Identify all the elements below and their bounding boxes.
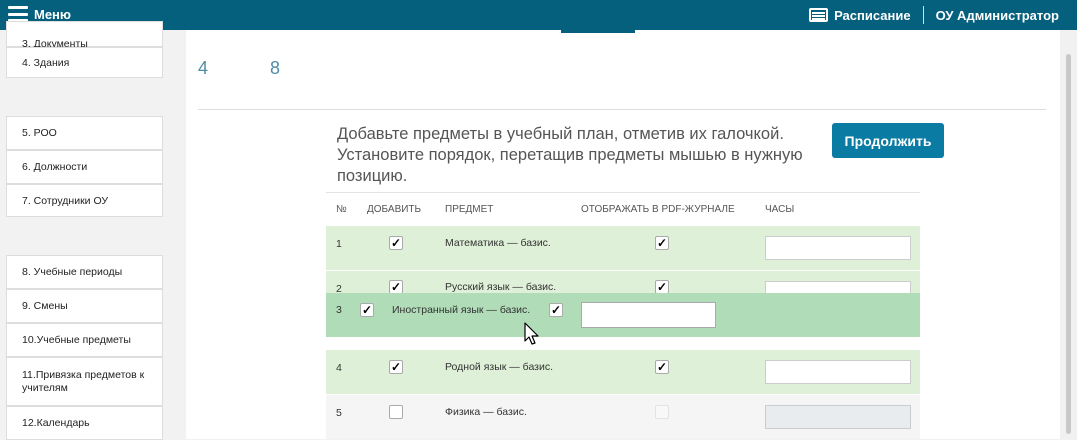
row-number: 4: [336, 362, 342, 374]
step-number[interactable]: 8: [270, 58, 280, 79]
col-subject: ПРЕДМЕТ: [445, 204, 494, 215]
add-checkbox[interactable]: [389, 405, 403, 419]
hours-input[interactable]: [765, 360, 911, 384]
sidebar-item-label: 11.Привязка предметов к учителям: [22, 368, 145, 394]
sidebar-item-label: 4. Здания: [22, 56, 70, 69]
col-hours: ЧАСЫ: [765, 204, 795, 215]
divider: [198, 109, 1046, 110]
hours-input: [765, 405, 911, 429]
table-row[interactable]: 5 Физика — базис.: [326, 395, 920, 439]
sidebar-item-calendar[interactable]: 12.Календарь: [6, 406, 163, 440]
col-num: №: [336, 204, 347, 215]
table-header: № ДОБАВИТЬ ПРЕДМЕТ ОТОБРАЖАТЬ В PDF-ЖУРН…: [326, 192, 920, 226]
col-pdf: ОТОБРАЖАТЬ В PDF-ЖУРНАЛЕ: [581, 204, 735, 215]
row-number: 1: [336, 238, 342, 250]
main-panel: 4 8 Добавьте предметы в учебный план, от…: [186, 30, 1060, 439]
sidebar-item-label: 6. Должности: [22, 161, 88, 173]
navbar-divider: [922, 6, 924, 24]
active-tab-indicator: [561, 30, 635, 33]
pdf-checkbox[interactable]: ✓: [655, 360, 669, 374]
add-checkbox[interactable]: ✓: [360, 303, 374, 317]
hours-input[interactable]: [581, 302, 716, 328]
sidebar-item-staff[interactable]: 7. Сотрудники ОУ: [6, 184, 163, 217]
table-row[interactable]: 1 ✓ Математика — базис. ✓: [326, 226, 920, 270]
hamburger-icon: [8, 6, 28, 22]
sidebar-item-documents[interactable]: 3. Документы: [6, 21, 163, 50]
pdf-checkbox: [655, 405, 669, 419]
sidebar-item-label: 8. Учебные периоды: [22, 266, 123, 278]
schedule-link[interactable]: Расписание: [809, 8, 911, 23]
add-checkbox[interactable]: ✓: [389, 280, 403, 293]
dragging-row[interactable]: 3 ✓ Иностранный язык — базис. ✓: [326, 293, 920, 337]
instructions-text: Добавьте предметы в учебный план, отмети…: [337, 125, 803, 185]
sidebar-item-shifts[interactable]: 9. Смены: [6, 289, 163, 323]
step-number[interactable]: 4: [198, 58, 208, 79]
schedule-label: Расписание: [834, 7, 911, 23]
subject-name: Русский язык — базис.: [445, 281, 557, 293]
page-scrollbar[interactable]: [1060, 30, 1077, 439]
pdf-checkbox[interactable]: ✓: [655, 280, 669, 293]
sidebar-item-periods[interactable]: 8. Учебные периоды: [6, 255, 163, 289]
pdf-checkbox[interactable]: ✓: [549, 303, 563, 317]
sidebar-item-label: 12.Календарь: [22, 417, 90, 429]
subject-name: Иностранный язык — базис.: [392, 304, 531, 316]
subject-name: Математика — базис.: [445, 237, 551, 249]
row-number: 5: [336, 407, 342, 419]
subject-name: Физика — базис.: [445, 406, 527, 418]
menu-button[interactable]: Меню: [8, 6, 71, 22]
sidebar-item-roo[interactable]: 5. РОО: [6, 116, 163, 150]
subject-name: Родной язык — базис.: [445, 361, 554, 373]
row-number: 2: [336, 283, 342, 293]
add-checkbox[interactable]: ✓: [389, 236, 403, 250]
pdf-checkbox[interactable]: ✓: [655, 236, 669, 250]
sidebar-item-label: 10.Учебные предметы: [22, 334, 131, 346]
hours-input[interactable]: [765, 281, 911, 293]
menu-label: Меню: [34, 6, 72, 22]
sidebar-item-subject-teachers[interactable]: 11.Привязка предметов к учителям: [6, 357, 163, 406]
add-checkbox[interactable]: ✓: [389, 360, 403, 374]
user-menu[interactable]: ОУ Администратор: [936, 8, 1059, 23]
schedule-list-icon: [809, 8, 829, 22]
sidebar-item-label: 9. Смены: [22, 300, 68, 312]
hours-input[interactable]: [765, 236, 911, 260]
table-row[interactable]: 4 ✓ Родной язык — базис. ✓: [326, 350, 920, 394]
col-add: ДОБАВИТЬ: [367, 204, 422, 215]
sidebar-item-positions[interactable]: 6. Должности: [6, 150, 163, 184]
row-number: 3: [336, 304, 342, 316]
sidebar-item-subjects[interactable]: 10.Учебные предметы: [6, 323, 163, 357]
table-row[interactable]: 2 ✓ Русский язык — базис. ✓: [326, 271, 920, 293]
sidebar-item-buildings[interactable]: 4. Здания: [6, 47, 163, 78]
scrollbar-thumb[interactable]: [1066, 54, 1071, 434]
sidebar: 3. Документы 4. Здания 5. РОО 6. Должнос…: [0, 21, 186, 440]
sidebar-item-label: 7. Сотрудники ОУ: [22, 194, 109, 207]
mouse-pointer-icon: [524, 322, 539, 345]
continue-button[interactable]: Продолжить: [832, 123, 944, 158]
sidebar-item-label: 5. РОО: [22, 127, 57, 139]
